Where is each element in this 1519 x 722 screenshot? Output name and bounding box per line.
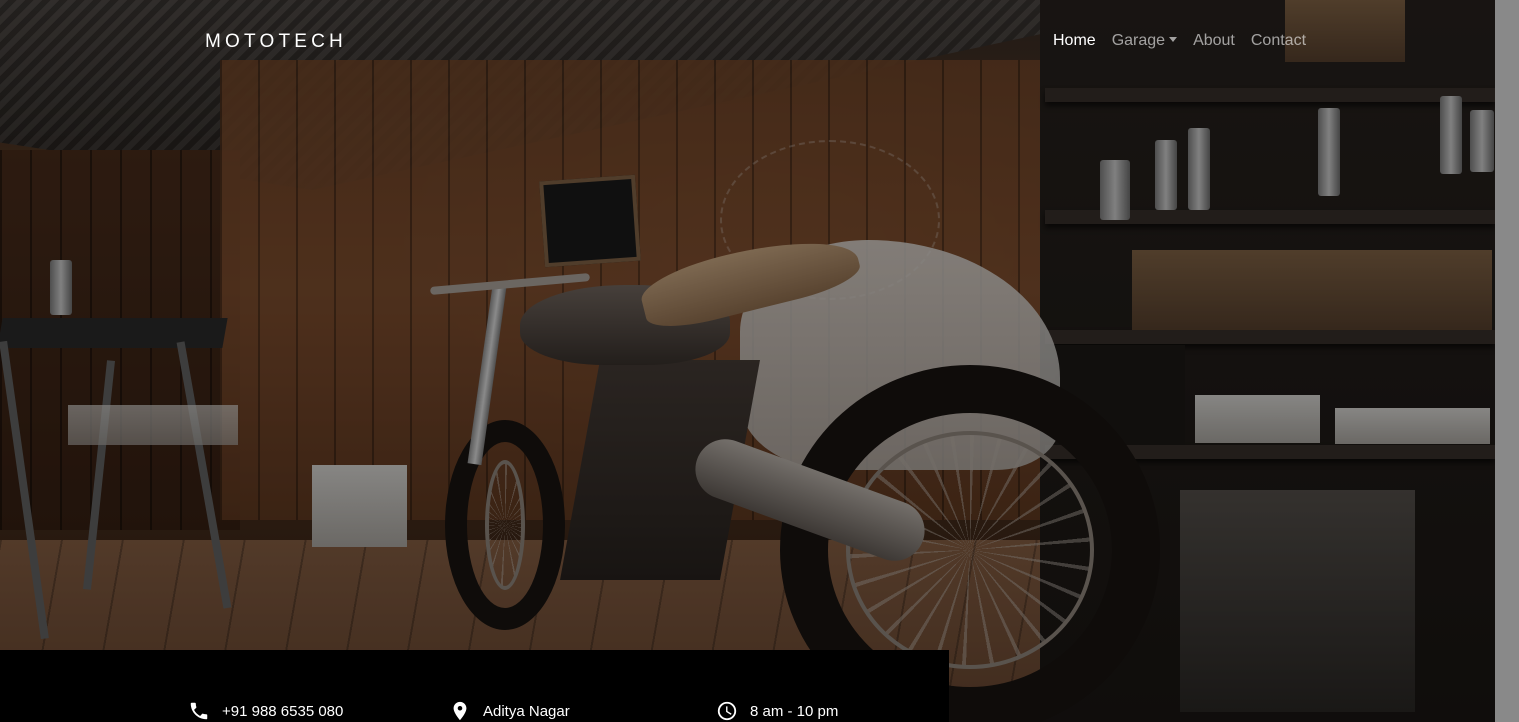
- nav-menu: Home Garage About Contact: [1053, 32, 1322, 50]
- clock-icon: [716, 700, 738, 722]
- navbar: MOTOTECH Home Garage About Contact: [0, 0, 1519, 84]
- location-text: Aditya Nagar: [483, 702, 570, 720]
- nav-link-about[interactable]: About: [1193, 32, 1235, 50]
- info-phone: +91 988 6535 080: [188, 700, 343, 722]
- nav-link-garage-label: Garage: [1111, 32, 1166, 49]
- phone-icon: [188, 700, 210, 722]
- hours-text: 8 am - 10 pm: [750, 702, 839, 720]
- phone-number[interactable]: +91 988 6535 080: [222, 703, 343, 720]
- hero-background-image: [0, 0, 1519, 722]
- nav-link-home[interactable]: Home: [1053, 32, 1096, 50]
- contact-info-bar: +91 988 6535 080 Aditya Nagar 8 am - 10 …: [0, 650, 949, 722]
- nav-link-contact[interactable]: Contact: [1251, 32, 1306, 50]
- nav-dropdown-garage[interactable]: Garage: [1111, 32, 1178, 50]
- info-hours: 8 am - 10 pm: [716, 700, 838, 722]
- info-location: Aditya Nagar: [449, 700, 570, 722]
- brand-logo[interactable]: MOTOTECH: [205, 31, 347, 53]
- map-pin-icon: [449, 700, 471, 722]
- caret-down-icon: [1169, 37, 1178, 42]
